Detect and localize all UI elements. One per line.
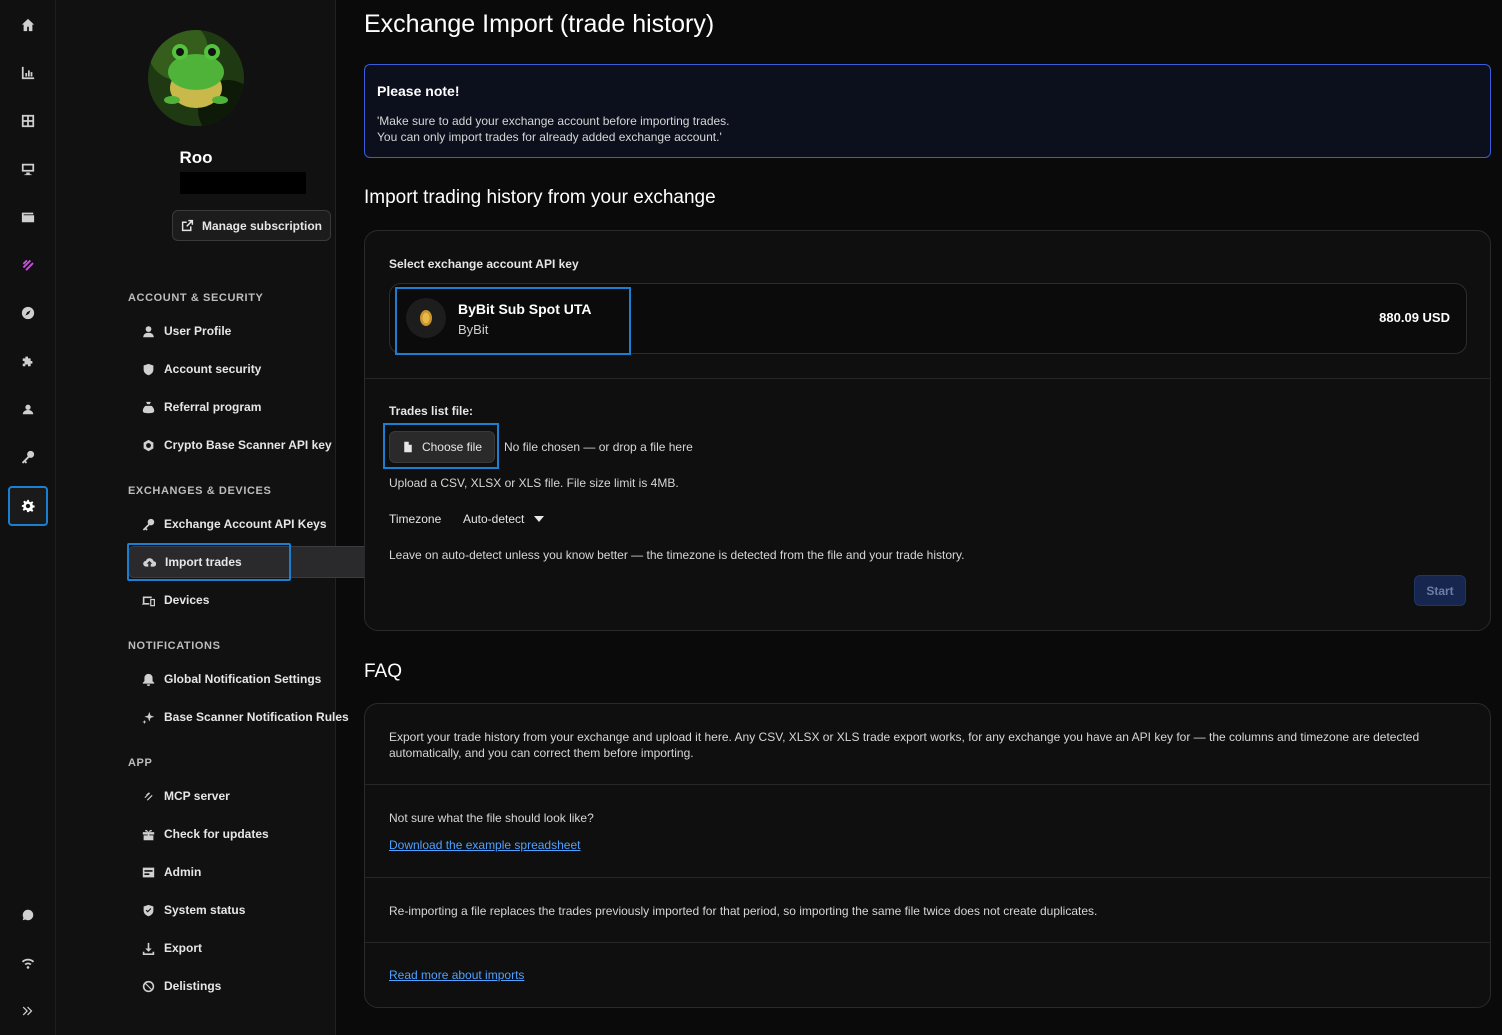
import-heading: Import trading history from your exchang… (364, 187, 716, 208)
chart-icon[interactable] (8, 53, 48, 93)
divider (365, 942, 1490, 943)
manage-subscription-button[interactable]: Manage subscription (172, 210, 331, 241)
bell-icon (142, 673, 155, 686)
select-account-label: Select exchange account API key (389, 257, 579, 271)
download-icon (142, 942, 155, 955)
chat-icon[interactable] (8, 895, 48, 935)
gear-icon[interactable] (8, 486, 48, 526)
sparkle-icon (142, 711, 155, 724)
admin-icon (142, 867, 155, 877)
ban-icon (142, 980, 155, 992)
layers-icon[interactable] (8, 245, 48, 285)
divider (365, 784, 1490, 785)
icon-rail (0, 0, 56, 1035)
main-content: Exchange Import (trade history) Please n… (336, 0, 1502, 1035)
faq-card: Export your trade history from your exch… (364, 703, 1491, 1008)
no-file-text: No file chosen — or drop a file here (504, 440, 693, 454)
shield-check-icon (143, 904, 154, 916)
key-icon (142, 518, 155, 531)
puzzle-icon[interactable] (8, 341, 48, 381)
wallet-icon[interactable] (8, 197, 48, 237)
timezone-label: Timezone (389, 512, 442, 526)
divider (365, 877, 1490, 878)
read-more-link[interactable]: Read more about imports (389, 968, 524, 982)
file-label: Trades list file: (389, 404, 474, 418)
start-button[interactable]: Start (1414, 575, 1466, 606)
note-title: Please note! (377, 83, 460, 99)
timezone-select[interactable]: Auto-detect (463, 512, 545, 526)
expand-icon[interactable] (8, 991, 48, 1031)
section-title-account-security: ACCOUNT & SECURITY (128, 292, 264, 304)
hexagon-icon (143, 439, 154, 451)
mcp-icon (144, 791, 153, 801)
faq-question: Not sure what the file should look like? (389, 811, 594, 825)
note-line-1: 'Make sure to add your exchange account … (377, 114, 730, 128)
caret-down-icon (534, 516, 545, 522)
avatar (148, 30, 244, 126)
section-title-app: APP (128, 757, 153, 769)
settings-sidebar: Roo om Manage subscription ACCOUNT & SEC… (56, 0, 374, 1035)
user-name: Roo (179, 148, 213, 167)
account-highlight (395, 287, 631, 355)
shield-icon (143, 363, 154, 375)
wifi-icon[interactable] (8, 943, 48, 983)
user-icon (143, 325, 154, 337)
import-card: Select exchange account API key ByBit Su… (364, 230, 1491, 631)
account-balance: 880.09 USD (1379, 310, 1450, 325)
faq-heading: FAQ (364, 661, 403, 682)
section-title-exchanges-devices: EXCHANGES & DEVICES (128, 485, 272, 497)
monitor-icon[interactable] (8, 149, 48, 189)
choose-file-highlight (383, 423, 499, 469)
page-title: Exchange Import (trade history) (364, 10, 715, 38)
section-title-notifications: NOTIFICATIONS (128, 640, 221, 652)
devices-icon (142, 595, 155, 606)
external-link-icon (181, 219, 194, 232)
key-icon[interactable] (8, 437, 48, 477)
note-box: Please note! 'Make sure to add your exch… (364, 64, 1491, 158)
money-bag-icon (142, 401, 155, 413)
download-example-link[interactable]: Download the example spreadsheet (389, 838, 580, 852)
grid-icon[interactable] (8, 101, 48, 141)
faq-reimport: Re-importing a file replaces the trades … (389, 904, 1098, 918)
gift-icon (142, 829, 155, 840)
note-line-2: You can only import trades for already a… (377, 130, 722, 144)
upload-hint: Upload a CSV, XLSX or XLS file. File siz… (389, 476, 679, 490)
compass-icon[interactable] (8, 293, 48, 333)
email-redaction (180, 172, 306, 194)
divider (365, 378, 1490, 379)
user-badge-icon[interactable] (8, 389, 48, 429)
home-icon[interactable] (8, 5, 48, 45)
timezone-hint: Leave on auto-detect unless you know bet… (389, 548, 965, 562)
cloud-upload-icon (143, 557, 156, 567)
faq-intro: Export your trade history from your exch… (389, 730, 1420, 760)
